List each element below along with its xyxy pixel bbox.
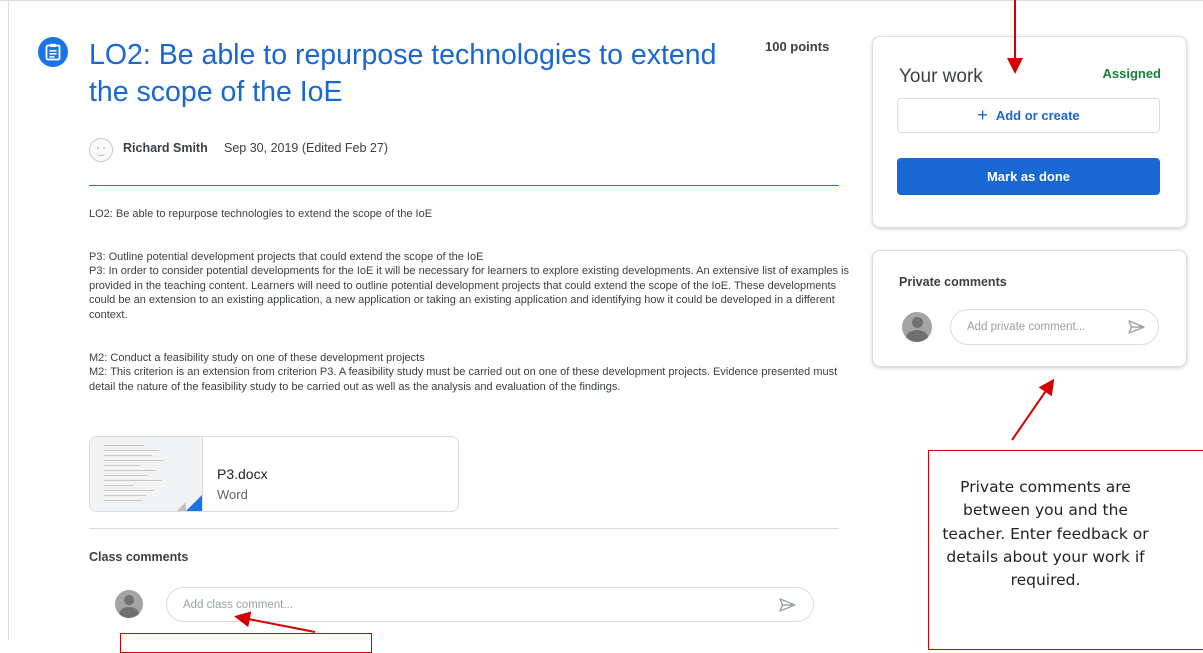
p3-body: P3: In order to consider potential devel… (89, 265, 850, 321)
send-icon[interactable] (779, 598, 797, 612)
class-comment-input[interactable] (166, 587, 814, 622)
your-work-card: Your work Assigned + Add or create Mark … (872, 36, 1187, 228)
p3-heading: P3: Outline potential development projec… (89, 251, 484, 263)
add-or-create-label: Add or create (995, 108, 1080, 123)
description-m2: M2: Conduct a feasibility study on one o… (89, 351, 849, 394)
attachment-name: P3.docx (217, 466, 268, 482)
m2-heading: M2: Conduct a feasibility study on one o… (89, 352, 425, 364)
word-icon (186, 495, 202, 511)
plus-icon: + (977, 105, 988, 125)
arrow-to-private-comments (1011, 378, 1055, 441)
description-intro: LO2: Be able to repurpose technologies t… (89, 207, 849, 221)
header-divider (89, 185, 839, 186)
comments-divider (89, 528, 839, 529)
mark-as-done-button[interactable]: Mark as done (897, 158, 1160, 195)
points-label: 100 points (765, 39, 830, 54)
description-p3: P3: Outline potential development projec… (89, 250, 849, 322)
assignment-icon (38, 37, 68, 67)
add-or-create-button[interactable]: + Add or create (897, 98, 1160, 133)
class-comments-heading: Class comments (89, 550, 189, 564)
private-comments-heading: Private comments (899, 275, 1007, 289)
m2-body: M2: This criterion is an extension from … (89, 366, 838, 393)
avatar (902, 312, 932, 342)
intro-text: LO2: Be able to repurpose technologies t… (89, 208, 433, 220)
your-work-title: Your work (899, 66, 983, 87)
author-avatar (89, 138, 113, 162)
annotation-text: Private comments are between you and the… (942, 478, 1149, 590)
attachment-card[interactable]: P3.docx Word (89, 436, 459, 512)
send-icon[interactable] (1128, 320, 1146, 334)
top-border (0, 0, 1203, 1)
avatar (115, 590, 143, 618)
assignment-title: LO2: Be able to repurpose technologies t… (89, 39, 717, 108)
annotation-box (120, 633, 372, 653)
status-badge: Assigned (1102, 66, 1161, 81)
attachment-type: Word (217, 487, 248, 502)
private-comments-card: Private comments (872, 250, 1187, 367)
author-name: Richard Smith (123, 141, 208, 155)
document-thumbnail (90, 437, 203, 511)
annotation-callout: Private comments are between you and the… (928, 450, 1203, 650)
post-date: Sep 30, 2019 (Edited Feb 27) (224, 141, 389, 155)
left-border (8, 0, 9, 640)
